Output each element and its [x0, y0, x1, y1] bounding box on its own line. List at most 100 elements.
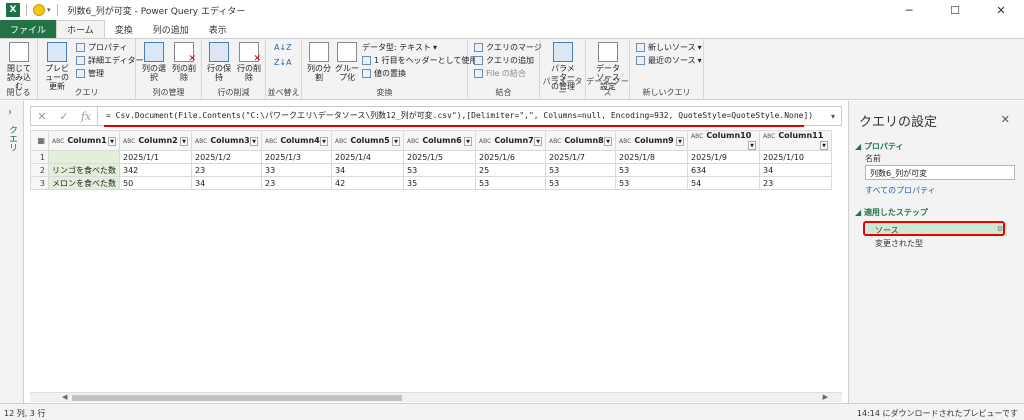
row-number[interactable]: 2 [30, 163, 49, 177]
quick-access-dropdown-icon[interactable]: ▾ [47, 6, 51, 14]
minimize-button[interactable]: ─ [886, 0, 932, 20]
filter-dropdown-icon[interactable]: ▼ [464, 136, 472, 146]
type-icon[interactable]: ABC [52, 138, 64, 145]
advanced-editor-button[interactable]: 詳細エディター [76, 55, 143, 66]
group-by-button[interactable]: グループ化 [332, 42, 362, 82]
column-header[interactable]: ABC Column5 ▼ [331, 130, 404, 151]
use-first-row-button[interactable]: 1 行目をヘッダーとして使用▾ [362, 55, 483, 66]
recent-sources-button[interactable]: 最近のソース ▾ [636, 55, 702, 66]
chevron-right-icon[interactable]: › [8, 107, 12, 118]
table-cell[interactable]: 2025/1/4 [331, 150, 404, 164]
scroll-right-icon[interactable]: ▶ [823, 393, 828, 401]
scroll-left-icon[interactable]: ◀ [62, 393, 67, 401]
close-load-button[interactable]: 閉じて読み込む [4, 42, 34, 91]
column-header[interactable]: ABC Column6 ▼ [403, 130, 476, 151]
column-header[interactable]: ABC Column9 ▼ [615, 130, 688, 151]
type-icon[interactable]: ABC [195, 138, 207, 145]
tab-transform[interactable]: 変換 [105, 20, 143, 38]
table-cell[interactable]: 50 [119, 176, 192, 190]
tab-home[interactable]: ホーム [56, 20, 105, 38]
fx-icon[interactable]: fx [75, 110, 97, 123]
table-cell[interactable]: メロンを食べた数 [48, 176, 120, 190]
table-cell[interactable]: 34 [759, 163, 832, 177]
queries-pane-label[interactable]: クエリ [6, 125, 19, 152]
merge-queries-button[interactable]: クエリのマージ [474, 42, 542, 53]
table-cell[interactable]: 53 [615, 176, 688, 190]
table-cell[interactable]: 2025/1/8 [615, 150, 688, 164]
column-header[interactable]: ABC Column2 ▼ [119, 130, 192, 151]
table-cell[interactable]: 634 [687, 163, 760, 177]
table-cell[interactable]: 2025/1/2 [191, 150, 262, 164]
table-cell[interactable]: 34 [331, 163, 404, 177]
data-type-dropdown[interactable]: データ型: テキスト ▾ [362, 42, 437, 53]
table-cell[interactable]: 25 [475, 163, 546, 177]
filter-dropdown-icon[interactable]: ▼ [180, 136, 188, 146]
type-icon[interactable]: ABC [335, 138, 347, 145]
column-header[interactable]: ABC Column7 ▼ [475, 130, 546, 151]
type-icon[interactable]: ABC [479, 138, 491, 145]
table-cell[interactable]: 35 [403, 176, 476, 190]
sort-descending-icon[interactable]: Z↓A [274, 57, 292, 68]
filter-dropdown-icon[interactable]: ▼ [250, 136, 258, 146]
filter-dropdown-icon[interactable]: ▼ [604, 136, 612, 146]
filter-dropdown-icon[interactable]: ▼ [676, 136, 684, 146]
keep-rows-button[interactable]: 行の保持 [204, 42, 234, 82]
replace-values-button[interactable]: 値の置換 [362, 68, 406, 79]
column-header[interactable]: ABC Column8 ▼ [545, 130, 616, 151]
maximize-button[interactable]: ☐ [932, 0, 978, 20]
tab-add-column[interactable]: 列の追加 [143, 20, 199, 38]
table-cell[interactable]: 23 [261, 176, 332, 190]
filter-dropdown-icon[interactable]: ▼ [392, 136, 400, 146]
combine-files-button[interactable]: File の結合 [474, 68, 526, 79]
check-icon[interactable]: ✓ [53, 110, 75, 123]
filter-dropdown-icon[interactable]: ▼ [820, 141, 828, 150]
table-cell[interactable]: 2025/1/7 [545, 150, 616, 164]
split-column-button[interactable]: 列の分割 [304, 42, 334, 82]
tab-view[interactable]: 表示 [199, 20, 237, 38]
table-cell[interactable]: 23 [191, 163, 262, 177]
type-icon[interactable]: ABC [265, 138, 277, 145]
applied-steps-header[interactable]: ◢ 適用したステップ [855, 207, 928, 218]
tab-file[interactable]: ファイル [0, 20, 57, 38]
sort-ascending-icon[interactable]: A↓Z [274, 42, 292, 53]
table-cell[interactable]: 33 [261, 163, 332, 177]
table-icon[interactable]: ▦ [30, 130, 49, 151]
table-cell[interactable]: 42 [331, 176, 404, 190]
cancel-icon[interactable]: ✕ [31, 110, 53, 123]
query-name-input[interactable]: 列数6_列が可変 [865, 165, 1015, 180]
table-cell[interactable]: 342 [119, 163, 192, 177]
step-changed-type[interactable]: 変更された型 [867, 236, 1007, 249]
table-cell[interactable]: 53 [615, 163, 688, 177]
table-cell[interactable]: 2025/1/6 [475, 150, 546, 164]
properties-button[interactable]: プロパティ [76, 42, 128, 53]
table-cell[interactable]: 53 [403, 163, 476, 177]
table-cell[interactable]: 53 [475, 176, 546, 190]
choose-columns-button[interactable]: 列の選択 [139, 42, 169, 82]
type-icon[interactable]: ABC [691, 133, 703, 140]
table-cell[interactable]: 53 [545, 176, 616, 190]
filter-dropdown-icon[interactable]: ▼ [108, 136, 116, 146]
remove-columns-button[interactable]: 列の削除 [169, 42, 199, 82]
chevron-down-icon[interactable]: ▾ [825, 112, 841, 121]
new-source-button[interactable]: 新しいソース ▾ [636, 42, 702, 53]
type-icon[interactable]: ABC [619, 138, 631, 145]
all-properties-link[interactable]: すべてのプロパティ [865, 185, 936, 196]
type-icon[interactable]: ABC [549, 138, 561, 145]
column-header[interactable]: ABC Column3 ▼ [191, 130, 262, 151]
filter-dropdown-icon[interactable]: ▼ [748, 141, 756, 150]
preview-refresh-button[interactable]: プレビューの更新 [42, 42, 72, 91]
remove-rows-button[interactable]: 行の削除 [234, 42, 264, 82]
column-header[interactable]: ABC Column4 ▼ [261, 130, 332, 151]
table-cell[interactable] [48, 150, 120, 164]
row-number[interactable]: 3 [30, 176, 49, 190]
close-button[interactable]: ✕ [978, 0, 1024, 20]
row-number[interactable]: 1 [30, 150, 49, 164]
filter-dropdown-icon[interactable]: ▼ [320, 136, 328, 146]
smiley-icon[interactable] [33, 4, 45, 16]
type-icon[interactable]: ABC [407, 138, 419, 145]
table-cell[interactable]: リンゴを食べた数 [48, 163, 120, 177]
formula-input[interactable]: = Csv.Document(File.Contents("C:\パワークエリ\… [97, 107, 825, 125]
scrollbar-thumb[interactable] [72, 395, 402, 401]
table-cell[interactable]: 23 [759, 176, 832, 190]
close-icon[interactable]: ✕ [1001, 113, 1010, 126]
